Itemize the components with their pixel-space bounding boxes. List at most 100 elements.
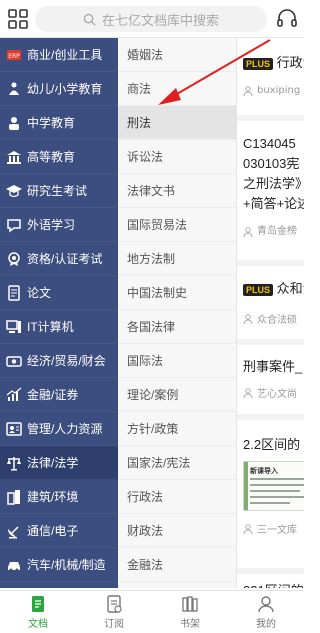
subscribe-icon bbox=[107, 595, 122, 613]
subcategory-item[interactable]: 国家法/宪法 bbox=[118, 446, 236, 480]
subcategory-item[interactable]: 商法 bbox=[118, 72, 236, 106]
category-label: 论文 bbox=[27, 286, 52, 300]
subcategory-item[interactable]: 中国法制史 bbox=[118, 276, 236, 310]
tab-mine[interactable]: 我的 bbox=[228, 591, 304, 633]
user-icon bbox=[243, 387, 253, 398]
doc-title-line: 030103宪 bbox=[243, 156, 300, 171]
doc-title: 众和法 bbox=[276, 281, 304, 296]
subcategory-item[interactable]: 行政法 bbox=[118, 480, 236, 514]
tab-label: 订阅 bbox=[104, 619, 124, 630]
subcategory-item[interactable]: 方针/政策 bbox=[118, 412, 236, 446]
doc-title: 2.2区间的 bbox=[243, 437, 301, 452]
divider bbox=[237, 260, 304, 266]
category-label: IT计算机 bbox=[27, 320, 74, 334]
category-label: 中学教育 bbox=[27, 116, 76, 130]
headset-icon[interactable] bbox=[274, 6, 300, 32]
bottom-nav: 文档 订阅 书架 我的 bbox=[0, 590, 304, 633]
category-item[interactable]: IT计算机 bbox=[0, 310, 118, 344]
subcategory-item[interactable]: 理论/案例 bbox=[118, 378, 236, 412]
subcategory-item[interactable]: 财政法 bbox=[118, 514, 236, 548]
search-icon bbox=[83, 13, 96, 26]
paper-icon bbox=[6, 284, 22, 301]
biz-tools-icon: ERP bbox=[6, 47, 22, 63]
document-icon bbox=[32, 596, 44, 612]
plus-badge: PLUS bbox=[243, 283, 274, 296]
category-label: 金融/证券 bbox=[27, 388, 79, 402]
category-label: 幼儿/小学教育 bbox=[27, 82, 103, 96]
scale-icon bbox=[6, 455, 22, 471]
category-label: 法律/法学 bbox=[27, 456, 79, 470]
graduate-cap-icon bbox=[6, 183, 22, 199]
computer-icon bbox=[6, 319, 22, 335]
doc-thumbnail: 新课导入 bbox=[243, 461, 304, 511]
list-item[interactable]: PLUS 行政法 buxiping bbox=[243, 52, 304, 96]
list-item[interactable]: C134045 030103宪 之刑法学》 +简答+论述 青岛金榜 bbox=[243, 134, 304, 242]
person-icon bbox=[258, 596, 274, 613]
speech-bubble-icon bbox=[6, 217, 22, 233]
divider bbox=[237, 115, 304, 121]
subcategory-item[interactable]: 国际法 bbox=[118, 344, 236, 378]
list-item[interactable]: 221区间的 bbox=[243, 580, 304, 588]
category-item[interactable]: 幼儿/小学教育 bbox=[0, 72, 118, 106]
category-item[interactable]: 论文 bbox=[0, 276, 118, 310]
child-icon bbox=[6, 81, 22, 97]
bookshelf-icon bbox=[182, 596, 198, 612]
subcategory-item[interactable]: 法律文书 bbox=[118, 174, 236, 208]
user-icon bbox=[243, 85, 253, 96]
subcategory-item[interactable]: 国际贸易法 bbox=[118, 208, 236, 242]
divider bbox=[237, 568, 304, 574]
list-item[interactable]: 刑事案件_ 艺心文尚 bbox=[243, 356, 304, 400]
tab-subscribe[interactable]: 订阅 bbox=[76, 591, 152, 633]
category-label: 管理/人力资源 bbox=[27, 422, 103, 436]
doc-title-line: +简答+论述 bbox=[243, 196, 304, 211]
subcategory-item[interactable]: 婚姻法 bbox=[118, 38, 236, 72]
category-label: 商业/创业工具 bbox=[27, 48, 103, 62]
person-id-icon bbox=[6, 421, 22, 437]
category-item[interactable]: 法律/法学 bbox=[0, 446, 118, 480]
subcategory-item[interactable]: 地方法制 bbox=[118, 242, 236, 276]
tab-documents[interactable]: 文档 bbox=[0, 591, 76, 633]
tab-label: 文档 bbox=[28, 619, 48, 630]
subcategory-item[interactable]: 诉讼法 bbox=[118, 140, 236, 174]
category-item[interactable]: 金融/证券 bbox=[0, 378, 118, 412]
top-bar: 在七亿文档库中搜索 bbox=[0, 0, 304, 38]
money-icon bbox=[6, 353, 22, 369]
doc-title: 行政法 bbox=[276, 55, 304, 70]
user-icon bbox=[243, 227, 253, 237]
doc-author: 众合法硕 bbox=[257, 315, 297, 326]
divider bbox=[237, 414, 304, 420]
middle-school-icon bbox=[6, 115, 22, 131]
tab-bookshelf[interactable]: 书架 bbox=[152, 591, 228, 633]
search-placeholder: 在七亿文档库中搜索 bbox=[101, 13, 219, 29]
category-item[interactable]: 汽车/机械/制造 bbox=[0, 548, 118, 582]
list-item[interactable]: 2.2区间的 新课导入 三一文库 bbox=[243, 434, 304, 536]
category-label: 经济/贸易/财会 bbox=[27, 354, 106, 368]
doc-author: buxiping bbox=[257, 85, 301, 96]
search-input[interactable]: 在七亿文档库中搜索 bbox=[35, 6, 267, 32]
category-item[interactable]: 外语学习 bbox=[0, 208, 118, 242]
category-item[interactable]: 建筑/环境 bbox=[0, 480, 118, 514]
category-item[interactable]: 经济/贸易/财会 bbox=[0, 344, 118, 378]
category-item[interactable]: 中学教育 bbox=[0, 106, 118, 140]
category-menu-icon[interactable] bbox=[6, 7, 30, 31]
university-icon bbox=[6, 149, 22, 165]
category-item[interactable]: 资格/认证考试 bbox=[0, 242, 118, 276]
doc-author: 青岛金榜 bbox=[257, 226, 297, 237]
satellite-dish-icon bbox=[6, 523, 22, 539]
subcategory-item[interactable]: 金融法 bbox=[118, 548, 236, 582]
list-item[interactable]: PLUS 众和法 众合法硕 bbox=[243, 278, 304, 326]
category-label: 建筑/环境 bbox=[27, 490, 79, 504]
tab-label: 我的 bbox=[256, 619, 276, 630]
category-item[interactable]: 研究生考试 bbox=[0, 174, 118, 208]
doc-title-line: C134045 bbox=[243, 136, 296, 151]
category-label: 外语学习 bbox=[27, 218, 76, 232]
subcategory-item[interactable]: 各国法律 bbox=[118, 310, 236, 344]
category-item[interactable]: 管理/人力资源 bbox=[0, 412, 118, 446]
category-item[interactable]: ERP 商业/创业工具 bbox=[0, 38, 118, 72]
category-label: 高等教育 bbox=[27, 150, 76, 164]
car-icon bbox=[6, 557, 22, 573]
category-item[interactable]: 高等教育 bbox=[0, 140, 118, 174]
svg-text:ERP: ERP bbox=[8, 53, 20, 60]
subcategory-item[interactable]: 刑法 bbox=[118, 106, 236, 140]
category-item[interactable]: 通信/电子 bbox=[0, 514, 118, 548]
